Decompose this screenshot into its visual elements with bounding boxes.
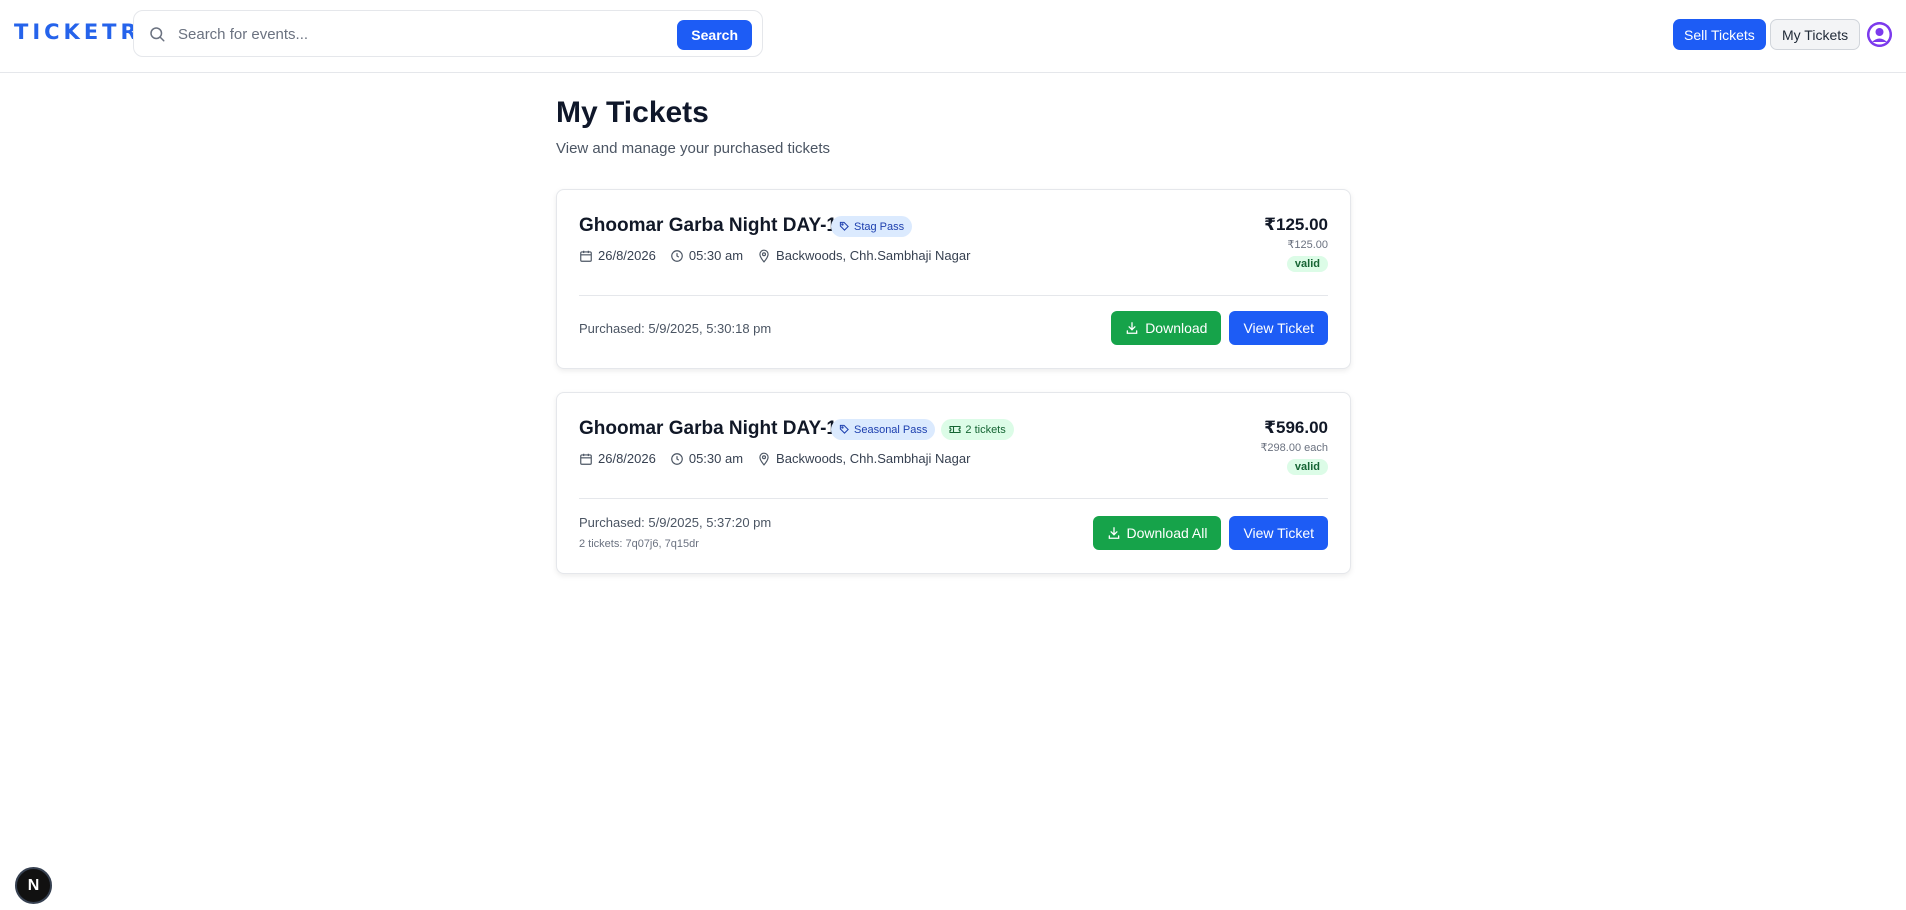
event-meta: 26/8/2026 05:30 am Backwoods, Chh.Sambha… bbox=[579, 248, 984, 263]
pass-type-badge: Seasonal Pass bbox=[831, 419, 936, 440]
ticket-ids: 2 tickets: 7q07j6, 7q15dr bbox=[579, 538, 699, 550]
ticket-icon bbox=[949, 425, 961, 434]
page-title: My Tickets bbox=[556, 96, 709, 129]
status-badge: valid bbox=[1286, 459, 1328, 475]
event-date-text: 26/8/2026 bbox=[598, 248, 656, 263]
total-price: ₹125.00 bbox=[1264, 215, 1328, 234]
event-location-text: Backwoods, Chh.Sambhaji Nagar bbox=[776, 248, 971, 263]
event-date: 26/8/2026 bbox=[579, 451, 656, 466]
ticket-actions: Download View Ticket bbox=[1111, 311, 1328, 345]
purchase-date: Purchased: 5/9/2025, 5:37:20 pm bbox=[579, 515, 772, 530]
card-divider bbox=[579, 498, 1328, 499]
download-icon bbox=[1108, 527, 1119, 539]
event-name: Ghoomar Garba Night DAY-1 bbox=[579, 418, 837, 439]
avatar-icon bbox=[1867, 22, 1892, 47]
clock-icon bbox=[671, 249, 683, 262]
view-ticket-button[interactable]: View Ticket bbox=[1229, 516, 1328, 550]
event-date: 26/8/2026 bbox=[579, 248, 656, 263]
search-bar: Search bbox=[133, 10, 763, 57]
event-meta: 26/8/2026 05:30 am Backwoods, Chh.Sambha… bbox=[579, 451, 984, 466]
map-pin-icon bbox=[759, 249, 769, 263]
event-location: Backwoods, Chh.Sambhaji Nagar bbox=[757, 451, 970, 466]
event-date-text: 26/8/2026 bbox=[598, 451, 656, 466]
card-divider bbox=[579, 295, 1328, 296]
search-icon bbox=[150, 27, 165, 42]
avatar[interactable] bbox=[1867, 22, 1892, 47]
ticket-count-label: 2 tickets bbox=[965, 423, 1006, 436]
download-all-button[interactable]: Download All bbox=[1092, 516, 1222, 550]
ticket-badges: Seasonal Pass 2 tickets bbox=[831, 419, 1014, 440]
download-button[interactable]: Download bbox=[1111, 311, 1222, 345]
event-time-text: 05:30 am bbox=[688, 248, 744, 263]
pass-type-label: Seasonal Pass bbox=[854, 423, 928, 436]
purchase-date: Purchased: 5/9/2025, 5:30:18 pm bbox=[579, 321, 772, 336]
status-badge: valid bbox=[1286, 256, 1328, 272]
logo-text: TICKETR bbox=[14, 20, 141, 44]
total-price: ₹596.00 bbox=[1264, 418, 1328, 437]
unit-price: ₹125.00 bbox=[1287, 239, 1328, 251]
event-time: 05:30 am bbox=[670, 248, 743, 263]
event-name: Ghoomar Garba Night DAY-1 bbox=[579, 215, 837, 236]
pass-type-label: Stag Pass bbox=[854, 220, 905, 233]
sell-tickets-button[interactable]: Sell Tickets bbox=[1673, 19, 1766, 50]
ticket-badges: Stag Pass bbox=[831, 216, 913, 237]
clock-icon bbox=[671, 452, 683, 465]
search-button[interactable]: Search bbox=[677, 20, 752, 50]
calendar-icon bbox=[580, 453, 592, 465]
ticket-count-badge: 2 tickets bbox=[941, 419, 1014, 440]
price-block: ₹125.00 ₹125.00 valid bbox=[1264, 215, 1328, 272]
event-location: Backwoods, Chh.Sambhaji Nagar bbox=[757, 248, 970, 263]
search-input[interactable] bbox=[178, 19, 638, 49]
map-pin-icon bbox=[759, 452, 769, 466]
event-location-text: Backwoods, Chh.Sambhaji Nagar bbox=[776, 451, 971, 466]
ticket-actions: Download All View Ticket bbox=[1092, 516, 1328, 550]
ticket-card: Ghoomar Garba Night DAY-1 Seasonal Pass … bbox=[556, 392, 1351, 574]
pass-type-badge: Stag Pass bbox=[831, 216, 913, 237]
ticketr-logo[interactable]: TICKETR bbox=[14, 20, 141, 44]
my-tickets-button[interactable]: My Tickets bbox=[1770, 19, 1861, 50]
price-block: ₹596.00 ₹298.00 each valid bbox=[1260, 418, 1328, 475]
download-label: Download bbox=[1145, 320, 1208, 336]
view-ticket-button[interactable]: View Ticket bbox=[1229, 311, 1328, 345]
dev-tools-badge[interactable]: N bbox=[15, 867, 52, 904]
download-all-label: Download All bbox=[1126, 525, 1208, 541]
event-time: 05:30 am bbox=[670, 451, 743, 466]
top-navbar: TICKETR Search Sell Tickets My Tickets bbox=[0, 0, 1906, 73]
event-time-text: 05:30 am bbox=[688, 451, 744, 466]
tag-icon bbox=[839, 221, 849, 231]
page-subtitle: View and manage your purchased tickets bbox=[556, 140, 831, 157]
download-icon bbox=[1126, 322, 1138, 334]
calendar-icon bbox=[580, 250, 592, 262]
unit-price: ₹298.00 each bbox=[1260, 442, 1328, 454]
tag-icon bbox=[839, 424, 849, 434]
ticket-card: Ghoomar Garba Night DAY-1 Stag Pass 26/8… bbox=[556, 189, 1351, 369]
